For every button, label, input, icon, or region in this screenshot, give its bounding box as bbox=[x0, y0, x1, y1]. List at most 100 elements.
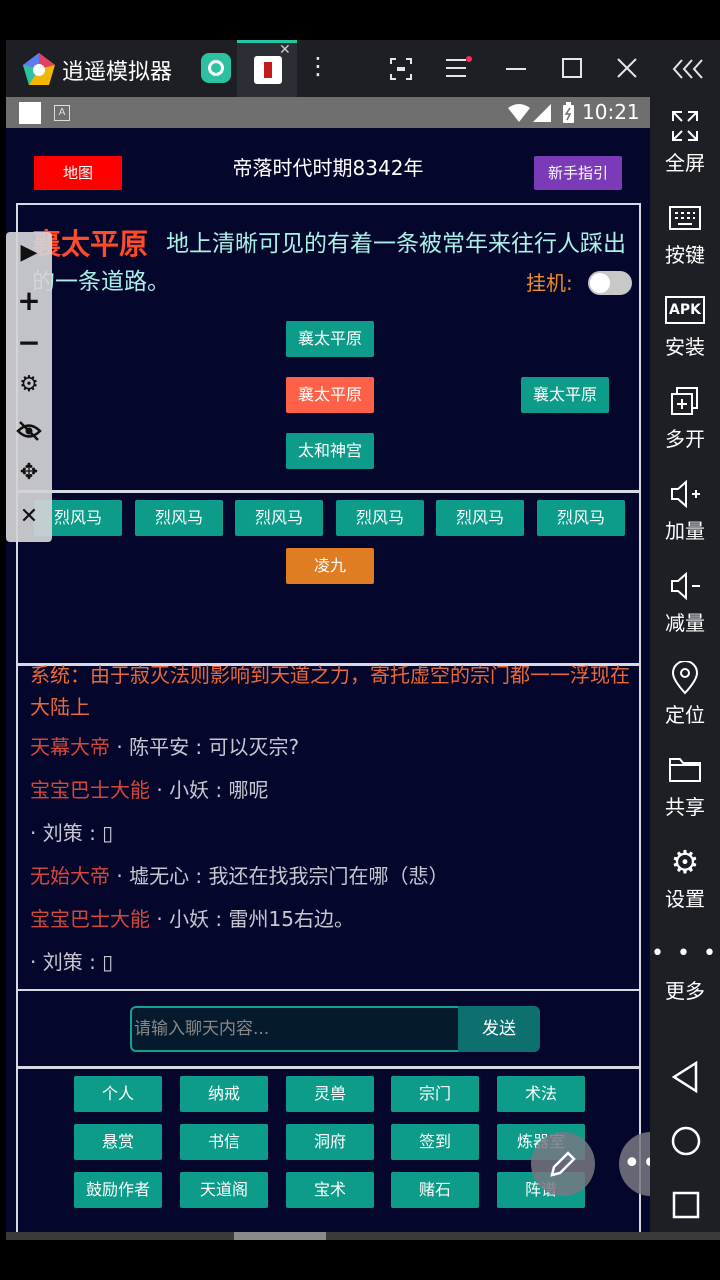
auto-play-label: 挂机: bbox=[526, 271, 573, 295]
sidebar-item-volume-down[interactable]: 减量 bbox=[650, 569, 720, 636]
chat-message: · 刘策 : ▯ bbox=[30, 817, 630, 849]
menu-button-pet[interactable]: 灵兽 bbox=[286, 1076, 374, 1112]
settings-icon[interactable]: ⚙ bbox=[6, 372, 52, 397]
exit-south-button[interactable]: 太和神宫 bbox=[286, 433, 374, 469]
home-tab-inner bbox=[208, 60, 224, 76]
emulator-title-bar: 逍遥模拟器 ✕ ⋮ bbox=[6, 40, 720, 97]
chat-rank: 宝宝巴士大能 bbox=[30, 907, 150, 931]
menu-button-support[interactable]: 鼓励作者 bbox=[74, 1172, 162, 1208]
home-icon[interactable] bbox=[670, 1125, 702, 1157]
menu-button-bounty[interactable]: 悬赏 bbox=[74, 1124, 162, 1160]
emulator-app-name: 逍遥模拟器 bbox=[62, 60, 173, 85]
home-tab-icon[interactable] bbox=[201, 53, 231, 83]
menu-button-cave[interactable]: 洞府 bbox=[286, 1124, 374, 1160]
zoom-out-icon[interactable]: − bbox=[6, 326, 52, 359]
chat-message: 宝宝巴士大能 · 小妖 : 雷州15右边。 bbox=[30, 903, 630, 935]
minimize-icon[interactable] bbox=[504, 56, 528, 80]
chat-rank: 宝宝巴士大能 bbox=[30, 778, 150, 802]
npc-button[interactable]: 烈风马 bbox=[235, 500, 323, 536]
emulator-window: 逍遥模拟器 ✕ ⋮ A 10:21 地图 帝落时代时期8342年 新手指引 地上… bbox=[0, 0, 720, 1280]
hide-icon[interactable] bbox=[16, 420, 42, 442]
guide-button[interactable]: 新手指引 bbox=[534, 156, 622, 190]
sidebar-item-fullscreen[interactable]: 全屏 bbox=[650, 109, 720, 176]
maximize-icon[interactable] bbox=[560, 56, 584, 80]
exit-north-button[interactable]: 襄太平原 bbox=[286, 321, 374, 357]
sidebar-label: 定位 bbox=[665, 703, 705, 727]
map-panel: 地上清晰可见的有着一条被常年来往行人踩出的一条道路。 襄太平原 挂机: 襄太平原… bbox=[16, 203, 641, 493]
chat-sender: · 小妖 : bbox=[150, 778, 229, 802]
chat-panel[interactable]: 系统：由于寂灭法则影响到天道之力，寄托虚空的宗门都一一浮现在大陆上 天幕大帝 ·… bbox=[16, 663, 641, 991]
move-icon[interactable]: ✥ bbox=[6, 460, 52, 485]
sidebar-label: 安装 bbox=[665, 335, 705, 359]
notification-square-icon bbox=[19, 102, 41, 124]
active-app-tab[interactable]: ✕ bbox=[237, 40, 297, 97]
chat-sender: · 小妖 : bbox=[150, 907, 229, 931]
chat-rank: 天幕大帝 bbox=[30, 735, 110, 759]
sidebar-label: 全屏 bbox=[665, 151, 705, 175]
sidebar-item-volume-up[interactable]: 加量 bbox=[650, 477, 720, 544]
pencil-icon bbox=[550, 1151, 576, 1177]
menu-button-pavilion[interactable]: 天道阁 bbox=[180, 1172, 268, 1208]
chat-input-panel: 请输入聊天内容... 发送 bbox=[16, 989, 641, 1069]
scrollbar-thumb[interactable] bbox=[234, 1232, 326, 1240]
menu-button-skills[interactable]: 术法 bbox=[497, 1076, 585, 1112]
close-toolbar-icon[interactable]: ✕ bbox=[6, 504, 52, 529]
send-button[interactable]: 发送 bbox=[458, 1006, 540, 1052]
menu-button-personal[interactable]: 个人 bbox=[74, 1076, 162, 1112]
chat-text: 我还在找我宗门在哪（悲） bbox=[208, 864, 449, 888]
menu-button-sect[interactable]: 宗门 bbox=[391, 1076, 479, 1112]
collapse-sidebar-icon[interactable] bbox=[672, 58, 706, 80]
sidebar-item-install[interactable]: APK 安装 bbox=[650, 293, 720, 360]
sidebar-item-settings[interactable]: ⚙ 设置 bbox=[650, 845, 720, 912]
status-time: 10:21 bbox=[582, 100, 640, 124]
menu-button-ring[interactable]: 纳戒 bbox=[180, 1076, 268, 1112]
chat-input[interactable]: 请输入聊天内容... bbox=[130, 1006, 460, 1052]
sidebar-item-more[interactable]: • • • 更多 bbox=[650, 937, 720, 1004]
more-vertical-icon[interactable]: ⋮ bbox=[306, 52, 330, 80]
volume-up-icon bbox=[671, 479, 700, 509]
sidebar-item-share[interactable]: 共享 bbox=[650, 753, 720, 820]
sidebar-item-keymap[interactable]: 按键 bbox=[650, 201, 720, 268]
fullscreen-icon bbox=[672, 111, 698, 141]
chat-message: 宝宝巴士大能 · 小妖 : 哪呢 bbox=[30, 774, 630, 806]
npc-button[interactable]: 烈风马 bbox=[537, 500, 625, 536]
apk-icon: APK bbox=[650, 293, 720, 327]
gear-icon: ⚙ bbox=[670, 843, 700, 881]
menu-button-mail[interactable]: 书信 bbox=[180, 1124, 268, 1160]
keyboard-icon bbox=[669, 206, 701, 230]
zoom-in-icon[interactable]: + bbox=[6, 284, 52, 317]
npc-button[interactable]: 烈风马 bbox=[135, 500, 223, 536]
close-window-icon[interactable] bbox=[615, 56, 639, 80]
notification-a-icon: A bbox=[54, 105, 70, 121]
menu-button-gamble[interactable]: 赌石 bbox=[391, 1172, 479, 1208]
recents-icon[interactable] bbox=[671, 1190, 701, 1220]
floating-toolbar: ▶ + − ⚙ ✥ ✕ bbox=[6, 232, 52, 542]
android-status-bar: A 10:21 bbox=[6, 97, 650, 128]
chat-sender: · 刘策 : bbox=[30, 950, 103, 974]
sidebar-item-location[interactable]: 定位 bbox=[650, 661, 720, 728]
edit-fab[interactable] bbox=[531, 1132, 595, 1196]
sidebar-item-multi[interactable]: 多开 bbox=[650, 385, 720, 452]
chat-text: ▯ bbox=[102, 950, 114, 974]
signal-battery-icons bbox=[508, 102, 574, 123]
location-icon bbox=[671, 661, 699, 695]
current-location-button[interactable]: 襄太平原 bbox=[286, 377, 374, 413]
exit-east-button[interactable]: 襄太平原 bbox=[521, 377, 609, 413]
game-screen: 地图 帝落时代时期8342年 新手指引 地上清晰可见的有着一条被常年来往行人踩出… bbox=[6, 128, 650, 1232]
npc-button[interactable]: 烈风马 bbox=[436, 500, 524, 536]
back-icon[interactable] bbox=[670, 1060, 702, 1094]
chat-text: 哪呢 bbox=[228, 778, 269, 802]
sidebar-label: 加量 bbox=[665, 519, 705, 543]
player-button[interactable]: 凌九 bbox=[286, 548, 374, 584]
chat-text: 雷州15右边。 bbox=[228, 907, 354, 931]
menu-button-checkin[interactable]: 签到 bbox=[391, 1124, 479, 1160]
chat-text: ▯ bbox=[102, 821, 114, 845]
menu-icon[interactable] bbox=[444, 56, 472, 80]
auto-play-toggle[interactable] bbox=[588, 271, 632, 295]
close-tab-icon[interactable]: ✕ bbox=[279, 42, 291, 58]
menu-button-treasure[interactable]: 宝术 bbox=[286, 1172, 374, 1208]
horizontal-scrollbar[interactable] bbox=[6, 1232, 720, 1240]
npc-button[interactable]: 烈风马 bbox=[336, 500, 424, 536]
play-icon[interactable]: ▶ bbox=[6, 240, 52, 265]
screenshot-icon[interactable] bbox=[389, 57, 413, 81]
